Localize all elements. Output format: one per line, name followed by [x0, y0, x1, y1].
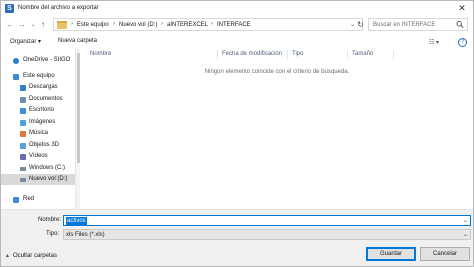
breadcrumb-separator: › — [211, 21, 213, 27]
app-icon: S — [5, 4, 14, 13]
file-type-value: xls Files (*.xls) — [66, 232, 105, 238]
sidebar-item-label: Nuevo vol (D:) — [29, 176, 68, 182]
window-title: Nombre del archivo a exportar — [18, 5, 99, 11]
music-icon — [20, 131, 26, 137]
column-header-name[interactable]: Nombre — [90, 51, 111, 57]
sidebar-item-onedrive[interactable]: OneDrive - SIIGO — [1, 55, 75, 66]
column-header-type[interactable]: Tipo — [292, 51, 303, 57]
sidebar-item-este-equipo[interactable]: Este equipo — [1, 71, 75, 82]
address-bar[interactable]: › Este equipo › Nuevo vol (D:) › aINTERE… — [53, 18, 363, 31]
search-icon — [456, 21, 464, 29]
empty-state-message: Ningún elemento coincide con el criterio… — [204, 69, 350, 75]
sidebar-scrollbar-thumb[interactable] — [77, 53, 80, 163]
up-button[interactable]: ↑ — [38, 20, 48, 30]
sidebar-item-videos[interactable]: Vídeos — [1, 151, 75, 162]
forward-button[interactable]: → — [17, 20, 27, 30]
cloud-icon — [13, 58, 19, 64]
save-button[interactable]: Guardar — [366, 247, 416, 261]
sidebar-item-label: OneDrive - SIIGO — [23, 57, 71, 63]
close-button[interactable]: ✕ — [457, 3, 467, 13]
search-input[interactable]: Buscar en INTERFACE — [368, 18, 468, 31]
sidebar-item-musica[interactable]: Música — [1, 128, 75, 139]
sidebar-item-imagenes[interactable]: Imágenes — [1, 117, 75, 128]
file-name-dropdown-icon[interactable]: ⌄ — [463, 216, 468, 226]
column-separator[interactable] — [393, 50, 394, 59]
recent-locations-button[interactable]: ⌄ — [28, 20, 38, 30]
downloads-icon — [20, 85, 26, 91]
sidebar-item-descargas[interactable]: Descargas — [1, 82, 75, 93]
file-name-value[interactable]: activos — [66, 217, 87, 225]
sidebar-item-label: Objetos 3D — [29, 142, 60, 148]
sidebar-item-windows-c[interactable]: Windows (C:) — [1, 163, 75, 174]
breadcrumb-separator: › — [113, 21, 115, 27]
desktop-icon — [20, 108, 26, 114]
breadcrumb-este-equipo[interactable]: Este equipo — [77, 22, 109, 28]
breadcrumb-ainterexcel[interactable]: aINTEREXCEL — [167, 22, 208, 28]
file-name-input[interactable]: activos ⌄ — [63, 215, 471, 226]
organize-button[interactable]: Organizar ▾ — [10, 38, 41, 45]
navigation-pane: OneDrive - SIIGO Este equipo Descargas D… — [1, 49, 79, 209]
drive-icon — [20, 178, 26, 182]
breadcrumb-separator: › — [161, 21, 163, 27]
sidebar-item-escritorio[interactable]: Escritorio — [1, 105, 75, 116]
objects-3d-icon — [20, 143, 26, 149]
file-list: Nombre Fecha de modificación Tipo Tamaño… — [81, 49, 473, 209]
cancel-button[interactable]: Cancelar — [420, 247, 470, 261]
file-type-select[interactable]: xls Files (*.xls) ⌄ — [63, 229, 471, 240]
folder-icon — [57, 21, 67, 29]
refresh-button[interactable]: ↻ — [356, 19, 365, 30]
sidebar-item-documentos[interactable]: Documentos — [1, 94, 75, 105]
sidebar-item-label: Música — [29, 130, 49, 136]
hide-folders-label: Ocultar carpetas — [12, 253, 57, 259]
sidebar-item-label: Imágenes — [29, 119, 56, 125]
computer-icon — [13, 74, 19, 80]
sidebar-item-label: Windows (C:) — [29, 165, 66, 171]
back-button[interactable]: ← — [5, 20, 15, 30]
file-type-label: Tipo: — [46, 231, 60, 237]
videos-icon — [20, 154, 26, 160]
help-button[interactable]: ? — [458, 38, 467, 47]
sidebar-item-label: Documentos — [29, 96, 63, 102]
sidebar-item-objetos-3d[interactable]: Objetos 3D — [1, 140, 75, 151]
save-options-panel: Nombre: activos ⌄ Tipo: xls Files (*.xls… — [1, 209, 473, 266]
pictures-icon — [20, 120, 26, 126]
sidebar-item-label: Este equipo — [23, 73, 55, 79]
file-type-dropdown-icon[interactable]: ⌄ — [463, 230, 468, 240]
hide-folders-toggle[interactable]: ▲ Ocultar carpetas — [5, 253, 57, 259]
breadcrumb-nuevo-vol[interactable]: Nuevo vol (D:) — [119, 22, 157, 28]
breadcrumb-separator: › — [71, 21, 73, 27]
file-name-label: Nombre: — [38, 217, 62, 223]
sidebar-item-label: Descargas — [29, 84, 58, 90]
column-separator[interactable] — [217, 50, 218, 59]
network-icon — [13, 197, 19, 203]
address-dropdown-button[interactable]: ⌄ — [350, 21, 355, 28]
documents-icon — [20, 97, 26, 103]
column-header-date[interactable]: Fecha de modificación — [222, 51, 282, 57]
sidebar-item-nuevo-vol-d[interactable]: Nuevo vol (D:) — [1, 174, 75, 185]
save-dialog: S Nombre del archivo a exportar ✕ ← → ⌄ … — [0, 0, 474, 267]
sidebar-item-label: Vídeos — [29, 153, 48, 159]
sidebar-scrollbar[interactable] — [75, 49, 80, 209]
breadcrumb-interface[interactable]: INTERFACE — [217, 22, 251, 28]
column-separator[interactable] — [347, 50, 348, 59]
command-bar: Organizar ▾ Nueva carpeta ☷ ▾ ? — [1, 35, 473, 49]
sidebar-item-red[interactable]: Red — [1, 194, 75, 205]
view-options-button[interactable]: ☷ ▾ — [429, 38, 439, 48]
address-row: ← → ⌄ ↑ › Este equipo › Nuevo vol (D:) ›… — [1, 16, 473, 33]
search-placeholder: Buscar en INTERFACE — [373, 22, 436, 28]
column-header-size[interactable]: Tamaño — [352, 51, 373, 57]
drive-icon — [20, 167, 26, 171]
sidebar-item-label: Red — [23, 196, 35, 202]
caret-up-icon: ▲ — [5, 253, 10, 259]
column-separator[interactable] — [287, 50, 288, 59]
sidebar-item-label: Escritorio — [29, 107, 55, 113]
title-bar: S Nombre del archivo a exportar ✕ — [1, 1, 473, 16]
new-folder-button[interactable]: Nueva carpeta — [58, 38, 97, 44]
